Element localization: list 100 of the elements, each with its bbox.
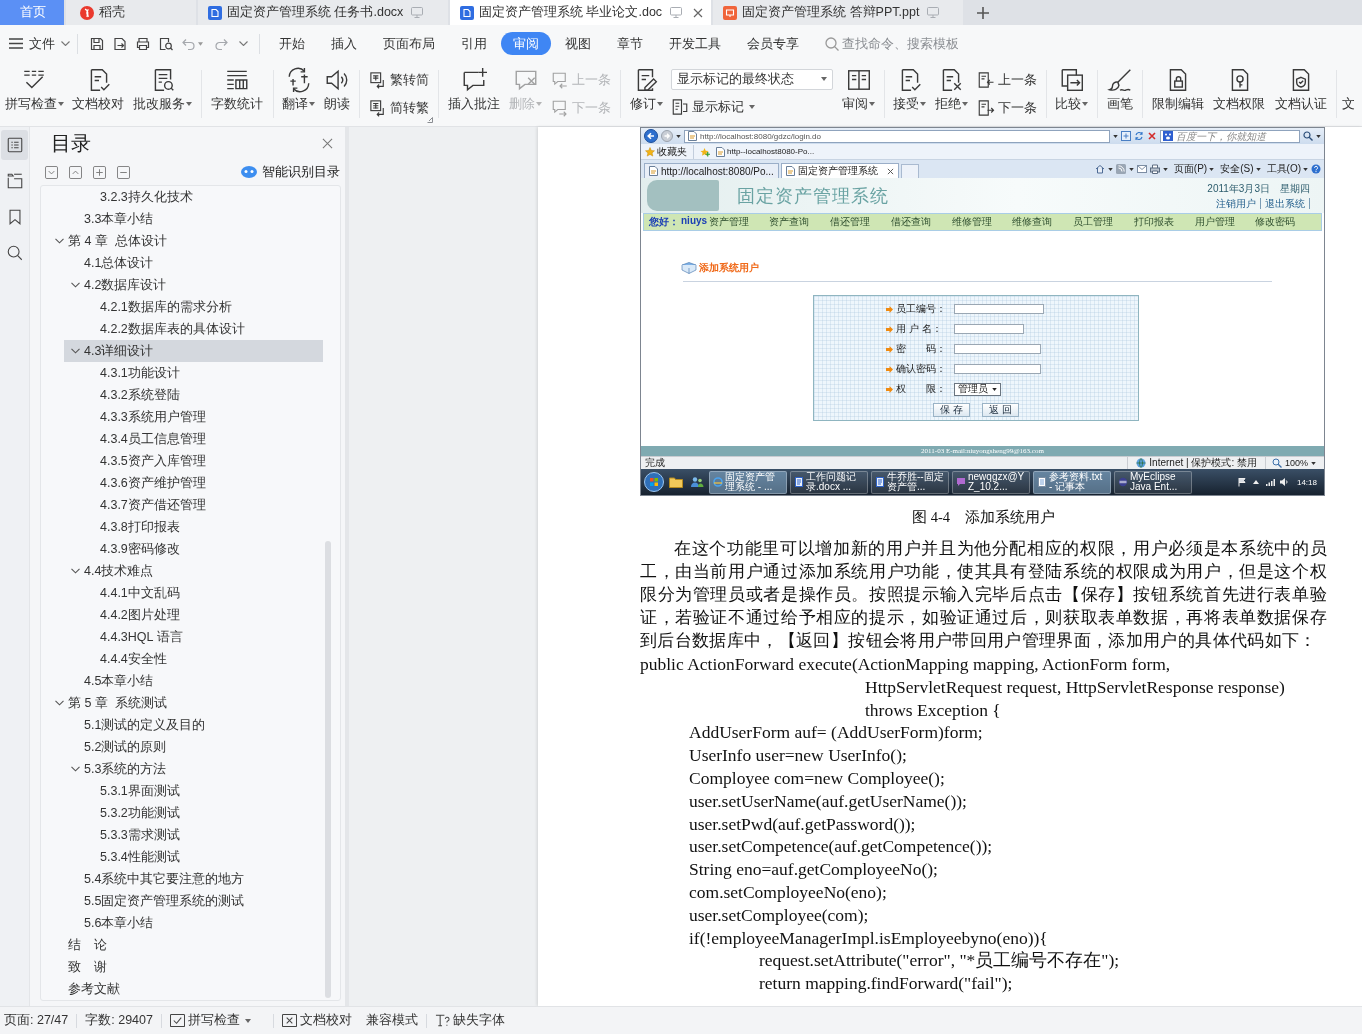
expand-all-icon[interactable] [45, 165, 58, 179]
nav-link[interactable]: 打印报表 [1133, 215, 1195, 229]
print-icon[interactable] [134, 35, 151, 52]
volume-icon[interactable] [1278, 477, 1289, 487]
toc-item[interactable]: 4.3.1功能设计 [80, 362, 323, 384]
toc-item[interactable]: 3.3本章小结 [64, 208, 323, 230]
search-icon[interactable] [1303, 131, 1313, 141]
previous-change-button[interactable]: 上一条 [972, 68, 1041, 92]
taskbar-button[interactable]: 固定资产管理系统 - ... [709, 470, 787, 494]
search-field[interactable]: 百度一下，你就知道 [1160, 129, 1300, 143]
toc-item[interactable]: 致 谢 [48, 956, 323, 978]
review-pane-button[interactable]: 审阅 [838, 65, 879, 123]
next-change-button[interactable]: 下一条 [972, 96, 1041, 120]
home-icon[interactable] [1094, 164, 1105, 174]
taskbar-button[interactable]: 工作问题记录.docx ... [790, 470, 868, 494]
folder-icon[interactable] [669, 476, 683, 488]
chevron-icon[interactable] [71, 348, 80, 354]
toc-item[interactable]: 第 5 章 系统测试 [48, 692, 323, 714]
toolbar-menu[interactable]: 安全(S) [1220, 162, 1261, 176]
ribbon-tab[interactable]: 会员专享 [735, 32, 811, 55]
print-icon[interactable] [1149, 164, 1160, 174]
print-preview-icon[interactable] [157, 35, 174, 52]
input-field[interactable] [954, 364, 1041, 374]
document-tab[interactable]: 固定资产管理系统 答辩PPT.ppt [713, 0, 964, 25]
read-aloud-button[interactable]: 朗读 [319, 65, 355, 123]
toc-item[interactable]: 第 4 章 总体设计 [48, 230, 323, 252]
restrict-editing-button[interactable]: 限制编辑 [1148, 65, 1209, 123]
show-markup-button[interactable]: 显示标记 [667, 95, 760, 120]
document-tab[interactable]: 固定资产管理系统 毕业论文.doc [450, 0, 712, 25]
proofread-button[interactable]: 文档校对 [281, 1012, 352, 1029]
taskbar-button[interactable]: 牛乔胜--固定资产管... [871, 470, 949, 494]
toc-item[interactable]: 5.1测试的定义及目的 [64, 714, 323, 736]
new-tab-icon[interactable] [977, 6, 990, 19]
plus-box-icon[interactable] [1121, 131, 1131, 141]
plus-icon[interactable] [93, 165, 106, 179]
toc-item[interactable]: 5.3.4性能测试 [80, 846, 323, 868]
taskbar-button[interactable]: MyEclipse Java Ent... [1114, 470, 1192, 494]
toc-item[interactable]: 4.4.4安全性 [80, 648, 323, 670]
chevron-icon[interactable] [71, 568, 80, 574]
toolbar-menu[interactable]: 工具(O) [1266, 162, 1308, 176]
insert-comment-button[interactable]: 插入批注 [444, 65, 505, 123]
accept-change-button[interactable]: 接受 [889, 65, 931, 123]
toc-item[interactable]: 5.3系统的方法 [64, 758, 323, 780]
word-count-button[interactable]: 字数统计 [207, 65, 268, 123]
toolbar-menu[interactable]: 页面(P) [1173, 162, 1215, 176]
collapse-all-icon[interactable] [69, 165, 82, 179]
nav-link[interactable]: 借还管理 [830, 215, 891, 229]
favorite-link[interactable]: http--localhost8080-Po... [716, 146, 815, 157]
caret-icon[interactable] [1162, 167, 1168, 171]
review-service-button[interactable]: 批改服务 [129, 65, 197, 123]
spell-check-button[interactable]: 拼写检查 [1, 65, 68, 123]
chevron-icon[interactable] [55, 238, 64, 244]
minus-icon[interactable] [117, 165, 130, 179]
missing-fonts-button[interactable]: 缺失字体 [434, 1012, 505, 1029]
toc-item[interactable]: 4.2数据库设计 [64, 274, 323, 296]
caret-icon[interactable] [676, 134, 681, 138]
chevron-icon[interactable] [55, 700, 64, 706]
toc-item[interactable]: 5.4系统中其它要注意的地方 [64, 868, 323, 890]
toc-item[interactable]: 4.1总体设计 [64, 252, 323, 274]
toc-item[interactable]: 3.2.3持久化技术 [80, 186, 323, 208]
close-icon[interactable] [693, 7, 704, 18]
caret-icon[interactable] [1316, 134, 1321, 138]
compare-button[interactable]: 比较 [1051, 65, 1092, 123]
close-icon[interactable] [322, 137, 333, 149]
caret-icon[interactable] [1113, 134, 1118, 138]
chevron-icon[interactable] [71, 766, 80, 772]
header-link[interactable]: 退出系统 [1261, 198, 1310, 209]
caret-icon[interactable] [1107, 167, 1113, 171]
document-certification-button[interactable]: 文档认证 [1271, 65, 1332, 123]
favorites-button[interactable]: 收藏夹 [645, 144, 694, 159]
toc-item[interactable]: 4.4.1中文乱码 [80, 582, 323, 604]
toc-item[interactable]: 4.3.6资产维护管理 [80, 472, 323, 494]
toc-item[interactable]: 4.3.3系统用户管理 [80, 406, 323, 428]
document-tab[interactable]: 固定资产管理系统 任务书.docx [198, 0, 448, 25]
zoom-button[interactable]: 100% [1271, 458, 1316, 468]
toc-item[interactable]: 4.4技术难点 [64, 560, 323, 582]
ribbon-tab[interactable]: 引用 [449, 32, 499, 55]
nav-link[interactable]: 维修管理 [951, 215, 1013, 229]
smart-toc-button[interactable]: 智能识别目录 [241, 163, 341, 181]
translate-button[interactable]: 翻译 [278, 65, 319, 123]
toc-item[interactable]: 4.3.4员工信息管理 [80, 428, 323, 450]
close-icon[interactable] [886, 167, 894, 175]
toc-item[interactable]: 结 论 [48, 934, 323, 956]
role-dropdown[interactable]: 管理员 [954, 382, 1001, 396]
input-field[interactable] [954, 304, 1044, 314]
spell-check-button[interactable]: 拼写检查 [169, 1012, 251, 1029]
ribbon-tab[interactable]: 视图 [553, 32, 603, 55]
save-icon[interactable] [88, 35, 105, 52]
back-icon[interactable] [644, 129, 658, 143]
toc-item[interactable]: 参考文献 [48, 978, 323, 1000]
add-favorite-icon[interactable] [700, 146, 710, 157]
people-icon[interactable] [690, 476, 704, 488]
toc-item[interactable]: 4.2.2数据库表的具体设计 [80, 318, 323, 340]
browser-tab[interactable]: 固定资产管理系统 [780, 163, 899, 178]
toc-item[interactable]: 4.3.9密码修改 [80, 538, 323, 560]
toc-item[interactable]: 4.5本章小结 [64, 670, 323, 692]
cross-icon[interactable] [1147, 131, 1157, 141]
ribbon-tab[interactable]: 开始 [267, 32, 317, 55]
toc-item[interactable]: 5.3.2功能测试 [80, 802, 323, 824]
toc-item[interactable]: 5.3.3需求测试 [80, 824, 323, 846]
